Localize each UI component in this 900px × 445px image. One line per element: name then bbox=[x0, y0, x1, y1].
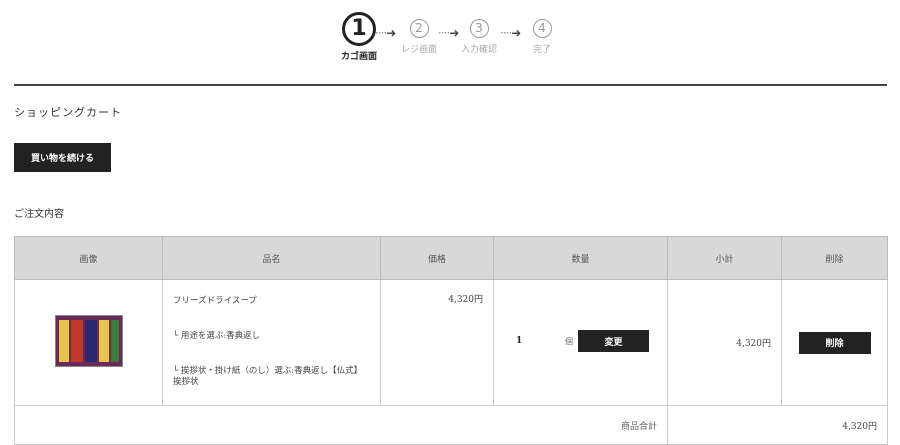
cart-table: 画像 品名 価格 数量 小計 削除 フリーズドライスープ └ 用途を選ぶ:香典返… bbox=[14, 236, 888, 445]
quantity-unit: 個 bbox=[565, 337, 573, 346]
column-header-subtotal: 小計 bbox=[667, 236, 782, 280]
table-total-row: 商品合計 4,320円 bbox=[14, 405, 888, 445]
step-number-4: 4 bbox=[532, 19, 552, 38]
continue-shopping-button[interactable]: 買い物を続ける bbox=[14, 143, 111, 172]
product-option-usage: └ 用途を選ぶ:香典返し bbox=[173, 331, 261, 342]
step-number-3: 3 bbox=[469, 19, 489, 38]
step-register: 2 レジ画面 bbox=[399, 12, 439, 55]
row-subtotal: 4,320円 bbox=[667, 279, 782, 406]
step-arrow-icon: ····➜ bbox=[438, 26, 459, 40]
column-header-image: 画像 bbox=[14, 236, 163, 280]
product-name: フリーズドライスープ bbox=[173, 296, 257, 306]
order-heading: ご注文内容 bbox=[14, 209, 64, 220]
delete-item-button[interactable]: 削除 bbox=[798, 331, 871, 354]
column-header-price: 価格 bbox=[380, 236, 494, 280]
step-label-register: レジ画面 bbox=[400, 45, 437, 55]
step-label-cart: カゴ画面 bbox=[340, 52, 377, 62]
change-quantity-button[interactable]: 変更 bbox=[578, 330, 649, 352]
step-label-complete: 完了 bbox=[532, 45, 551, 55]
step-arrow-icon: ····➜ bbox=[375, 26, 396, 40]
product-name-cell: フリーズドライスープ └ 用途を選ぶ:香典返し └ 挨拶状・掛け紙（のし）選ぶ:… bbox=[162, 279, 381, 406]
table-row: フリーズドライスープ └ 用途を選ぶ:香典返し └ 挨拶状・掛け紙（のし）選ぶ:… bbox=[14, 279, 888, 406]
column-header-delete: 削除 bbox=[781, 236, 888, 280]
step-label-confirm: 入力確認 bbox=[460, 45, 497, 55]
product-option-noshi: └ 挨拶状・掛け紙（のし）選ぶ:香典返し【仏式】挨拶状 bbox=[173, 366, 363, 388]
table-header-row: 画像 品名 価格 数量 小計 削除 bbox=[14, 236, 888, 280]
step-arrow-icon: ····➜ bbox=[500, 26, 521, 40]
step-number-2: 2 bbox=[409, 19, 429, 38]
delete-cell: 削除 bbox=[781, 279, 888, 406]
quantity-value[interactable]: 1 bbox=[516, 336, 522, 346]
column-header-name: 品名 bbox=[162, 236, 381, 280]
step-cart: 1 カゴ画面 bbox=[338, 12, 380, 62]
step-confirm: 3 入力確認 bbox=[459, 12, 499, 55]
product-price: 4,320円 bbox=[380, 279, 494, 406]
step-complete: 4 完了 bbox=[522, 12, 562, 55]
divider bbox=[14, 84, 887, 86]
product-image-cell bbox=[14, 279, 163, 406]
column-header-quantity: 数量 bbox=[493, 236, 668, 280]
total-value: 4,320円 bbox=[667, 405, 888, 445]
quantity-cell: 1 個 変更 bbox=[493, 279, 668, 406]
product-image[interactable] bbox=[54, 315, 123, 367]
page-title: ショッピングカート bbox=[14, 106, 122, 119]
total-label: 商品合計 bbox=[14, 405, 668, 445]
step-number-1: 1 bbox=[342, 12, 376, 46]
